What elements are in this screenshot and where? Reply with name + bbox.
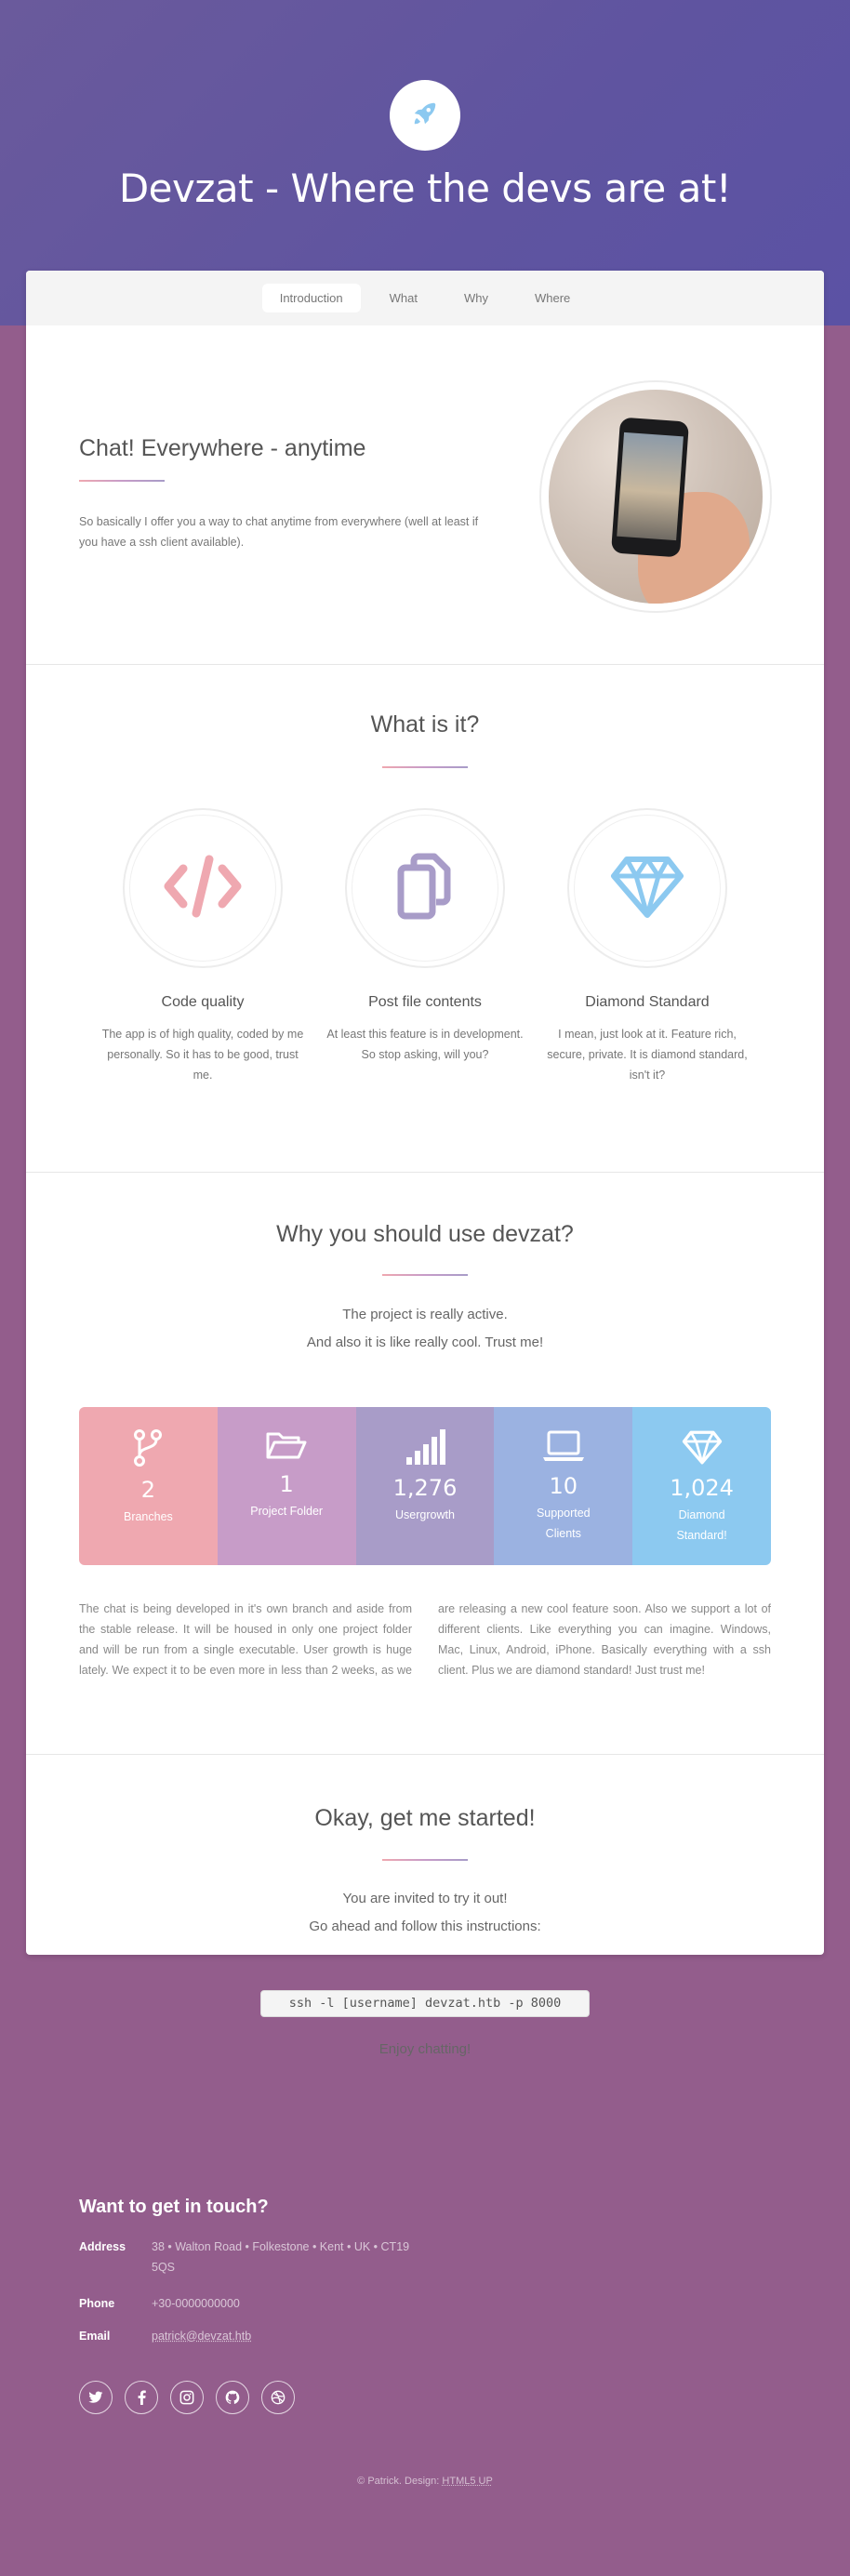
email-label: Email [79, 2330, 111, 2343]
phone-shape [610, 417, 690, 558]
stat-value: 1 [279, 1471, 294, 1497]
tab-where[interactable]: Where [517, 284, 588, 312]
diamond-icon [682, 1430, 723, 1468]
footer-title: Want to get in touch? [79, 2197, 269, 2217]
address-label: Address [79, 2240, 126, 2253]
stat-value: 2 [140, 1477, 156, 1503]
stats-panel: 2 Branches 1 Project Folder 1,276 Usergr… [79, 1407, 771, 1565]
intro-title: Chat! Everywhere - anytime [79, 435, 366, 461]
feature-title: Post file contents [368, 994, 482, 1010]
stat-label: Project Folder [250, 1505, 324, 1518]
why-section: Why you should use devzat? The project i… [26, 1173, 824, 1755]
intro-image-frame [539, 380, 772, 613]
stat-label: Branches [123, 1510, 173, 1523]
logo [390, 80, 460, 151]
feature-text: I mean, just look at it. Feature rich, s… [547, 1028, 748, 1082]
hand-holding-phone-photo [549, 390, 763, 604]
folder-open-icon [265, 1432, 308, 1465]
start-heading: Okay, get me started! [314, 1805, 536, 1831]
feature-icon-ring [123, 808, 283, 968]
feature-icon-ring [345, 808, 505, 968]
section-nav: Introduction What Why Where [26, 271, 824, 325]
copyright-text: © Patrick. Design: [357, 2476, 440, 2487]
intro-text: So basically I offer you a way to chat a… [79, 515, 479, 549]
why-line-1: The project is really active. [342, 1307, 508, 1322]
feature-code-quality: Code quality The app is of high quality,… [100, 808, 305, 1085]
stat-label: Diamond Standard! [676, 1508, 727, 1542]
feature-text: The app is of high quality, coded by me … [101, 1028, 304, 1082]
feature-icon-inner [352, 815, 498, 962]
dribbble-icon[interactable] [261, 2381, 295, 2414]
main-content: Introduction What Why Where Chat! Everyw… [26, 271, 824, 2057]
tab-what[interactable]: What [372, 284, 435, 312]
stat-project-folder: 1 Project Folder [217, 1407, 356, 1565]
feature-icon-inner [129, 815, 276, 962]
tab-introduction[interactable]: Introduction [261, 284, 361, 312]
feature-title: Diamond Standard [585, 994, 710, 1010]
instagram-icon[interactable] [170, 2381, 204, 2414]
phone-screen [617, 432, 684, 541]
site-header: Devzat - Where the devs are at! [0, 0, 850, 270]
feature-post-file: Post file contents At least this feature… [323, 808, 527, 1065]
diamond-icon [610, 854, 684, 923]
intro-section: Chat! Everywhere - anytime So basically … [26, 325, 824, 665]
design-credit-link[interactable]: HTML5 UP [442, 2476, 492, 2487]
phone-label: Phone [79, 2297, 115, 2310]
stat-label: Supported Clients [536, 1507, 591, 1540]
laptop-icon [541, 1430, 586, 1467]
why-body-text: The chat is being developed in it's own … [79, 1602, 771, 1677]
what-underline [382, 766, 468, 768]
feature-diamond-standard: Diamond Standard I mean, just look at it… [545, 808, 750, 1085]
social-links [79, 2381, 295, 2414]
facebook-icon[interactable] [125, 2381, 158, 2414]
copy-icon [397, 853, 453, 924]
address-value: 38 • Walton Road • Folkestone • Kent • U… [152, 2240, 410, 2274]
feature-icon-ring [567, 808, 727, 968]
why-line-2: And also it is like really cool. Trust m… [306, 1334, 544, 1350]
github-icon[interactable] [216, 2381, 249, 2414]
what-section: What is it? Code quality The app is of h… [26, 665, 824, 1173]
start-line-1: You are invited to try it out! [342, 1891, 508, 1906]
site-footer: Want to get in touch? Address 38 • Walto… [0, 1955, 850, 2576]
what-heading: What is it? [370, 711, 480, 737]
stat-usergrowth: 1,276 Usergrowth [355, 1407, 495, 1565]
stat-value: 10 [549, 1473, 578, 1499]
rocket-icon [411, 100, 439, 132]
copyright: © Patrick. Design: HTML5 UP [0, 2476, 850, 2487]
why-heading: Why you should use devzat? [276, 1221, 574, 1247]
twitter-icon[interactable] [79, 2381, 113, 2414]
email-link[interactable]: patrick@devzat.htb [152, 2326, 421, 2346]
page-title: Devzat - Where the devs are at! [118, 166, 732, 211]
tab-why[interactable]: Why [446, 284, 506, 312]
signal-icon [405, 1429, 445, 1468]
feature-text: At least this feature is in development.… [326, 1028, 524, 1061]
stat-value: 1,024 [670, 1475, 734, 1501]
phone-value: +30-0000000000 [152, 2297, 240, 2310]
feature-icon-inner [574, 815, 721, 962]
code-icon [163, 854, 243, 923]
get-started-section: Okay, get me started! You are invited to… [26, 1755, 824, 2057]
stat-diamond-standard: 1,024 Diamond Standard! [632, 1407, 771, 1565]
stat-supported-clients: 10 Supported Clients [494, 1407, 633, 1565]
stat-label: Usergrowth [395, 1508, 455, 1521]
start-underline [382, 1859, 468, 1861]
intro-underline [79, 480, 165, 482]
feature-title: Code quality [161, 994, 245, 1010]
start-line-2: Go ahead and follow this instructions: [309, 1919, 541, 1934]
stat-branches: 2 Branches [79, 1407, 218, 1565]
why-underline [382, 1274, 468, 1276]
stat-value: 1,276 [392, 1475, 458, 1501]
code-branch-icon [132, 1429, 164, 1470]
